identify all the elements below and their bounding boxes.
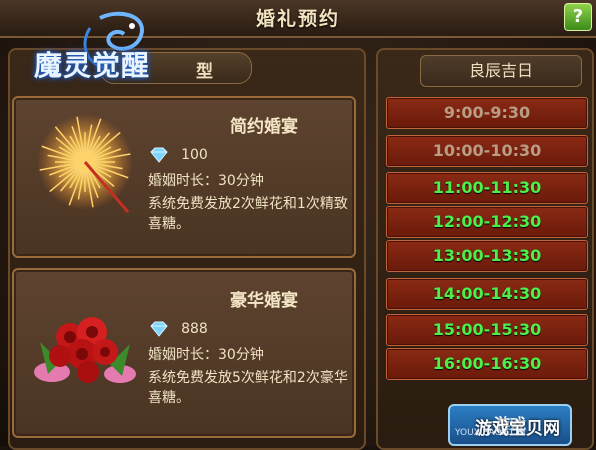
- time-slot[interactable]: 10:00-10:30: [386, 135, 588, 167]
- price-row: 888: [148, 318, 208, 338]
- time-slot[interactable]: 9:00-9:30: [386, 97, 588, 129]
- marriage-duration: 婚姻时长：30分钟: [148, 173, 264, 189]
- wedding-option-luxury[interactable]: 豪华婚宴 888 婚姻时长：30分钟 系统免费发放5次鲜花和2次豪华喜糖。: [12, 268, 356, 438]
- price-value: 100: [181, 146, 208, 163]
- wedding-option-description: 系统免费发放2次鲜花和1次精致喜糖。: [148, 196, 348, 232]
- game-window: 婚礼预约 ? 型 简约婚宴 100 婚姻时长：30分钟 系统免费发放2次鲜花和1…: [0, 0, 596, 450]
- diamond-icon: [150, 321, 168, 337]
- time-slot[interactable]: 11:00-11:30: [386, 172, 588, 204]
- watermark-url: YOUXIBAO.COM: [455, 428, 526, 438]
- time-slot[interactable]: 16:00-16:30: [386, 348, 588, 380]
- time-slot[interactable]: 14:00-14:30: [386, 278, 588, 310]
- auspicious-day-header: 良辰吉日: [420, 55, 582, 87]
- time-slot[interactable]: 15:00-15:30: [386, 314, 588, 346]
- time-slot[interactable]: 12:00-12:30: [386, 206, 588, 238]
- wedding-option-title: 简约婚宴: [230, 117, 298, 137]
- marriage-duration: 婚姻时长：30分钟: [148, 347, 264, 363]
- price-row: 100: [148, 144, 208, 164]
- wedding-option-title: 豪华婚宴: [230, 291, 298, 311]
- diamond-icon: [150, 147, 168, 163]
- price-value: 888: [181, 320, 208, 337]
- time-slot[interactable]: 13:00-13:30: [386, 240, 588, 272]
- wedding-option-description: 系统免费发放5次鲜花和2次豪华喜糖。: [148, 370, 348, 406]
- wedding-option-simple[interactable]: 简约婚宴 100 婚姻时长：30分钟 系统免费发放2次鲜花和1次精致喜糖。: [12, 96, 356, 258]
- game-logo-text: 魔灵觉醒: [34, 49, 151, 82]
- help-button[interactable]: ?: [564, 3, 592, 31]
